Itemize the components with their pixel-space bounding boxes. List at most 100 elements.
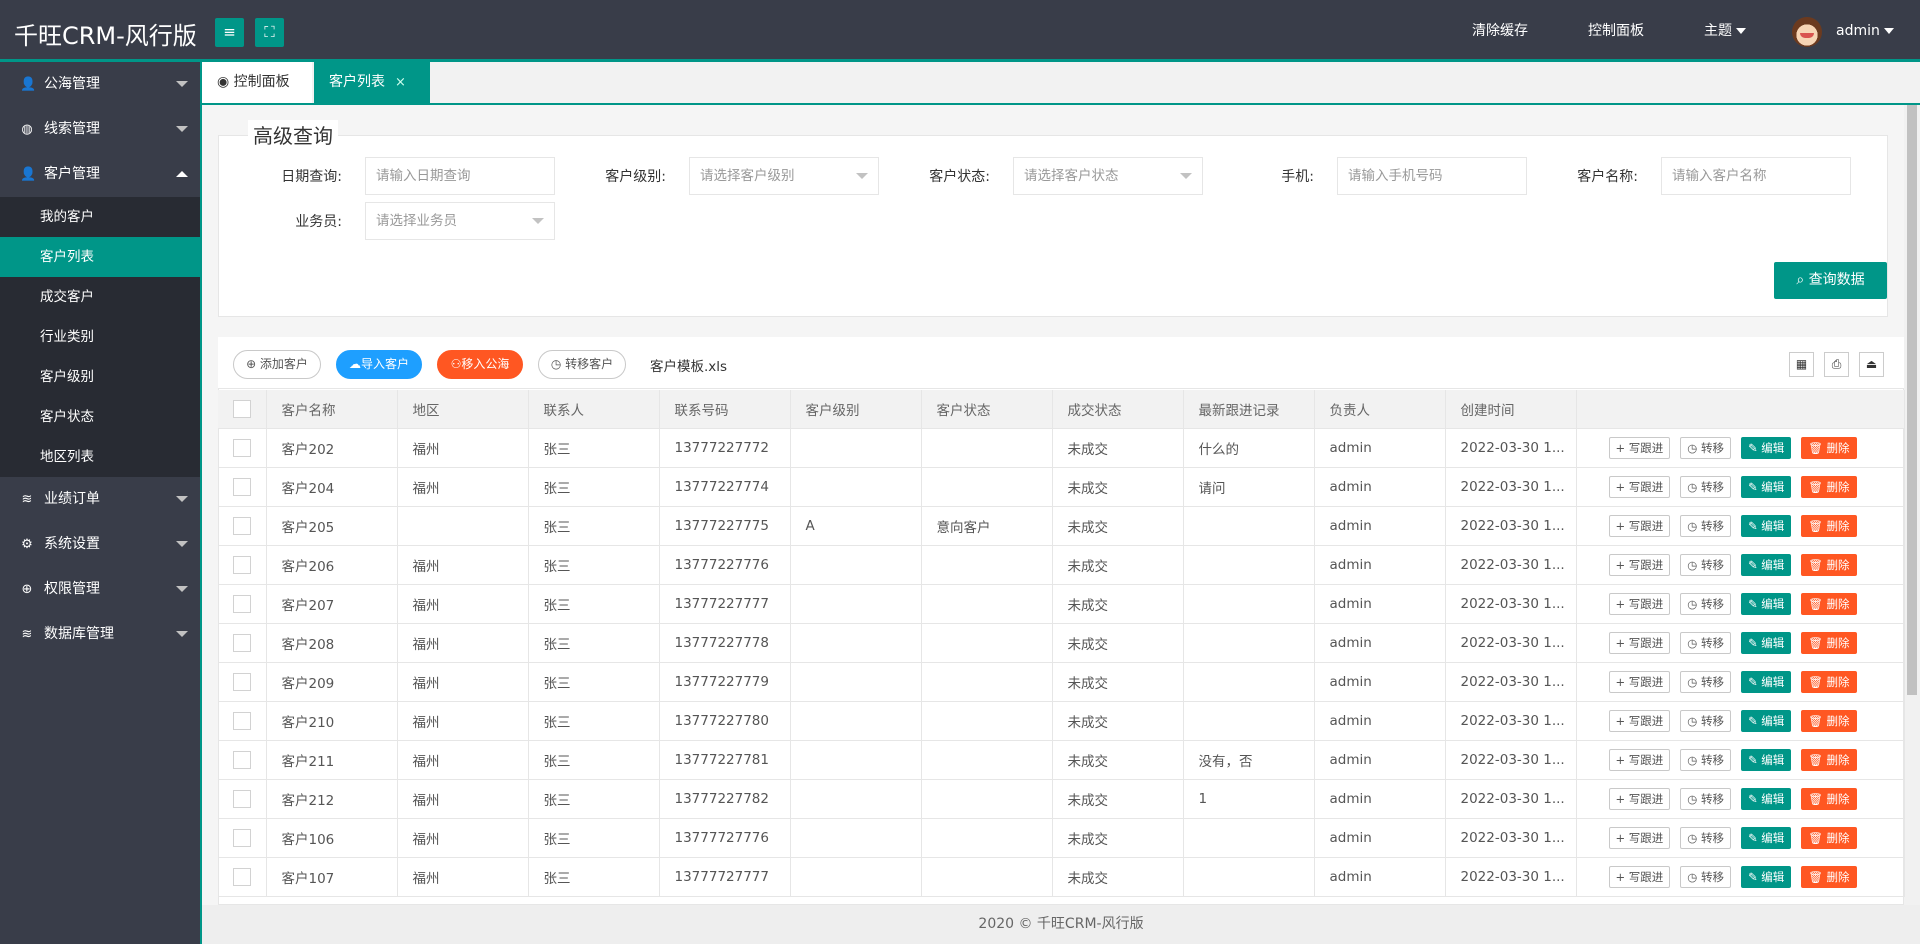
transfer-button[interactable]: ◷ 转移 (1680, 709, 1731, 732)
row-checkbox[interactable] (233, 828, 251, 847)
tab-dashboard[interactable]: ◉ 控制面板 (202, 62, 312, 103)
dashboard-link[interactable]: 控制面板 (1588, 0, 1644, 62)
write-follow-up-button[interactable]: + 写跟进 (1608, 748, 1671, 771)
row-checkbox[interactable] (233, 750, 251, 769)
delete-button[interactable]: 🗑 删除 (1801, 865, 1857, 888)
transfer-button[interactable]: ◷ 转移 (1680, 475, 1731, 498)
row-checkbox[interactable] (233, 672, 251, 691)
delete-button[interactable]: 🗑 删除 (1801, 670, 1857, 693)
delete-button[interactable]: 🗑 删除 (1801, 631, 1857, 654)
sidebar-item-customers[interactable]: 👤 客户管理 (0, 152, 200, 197)
delete-button[interactable]: 🗑 删除 (1801, 787, 1857, 810)
row-checkbox[interactable] (233, 477, 251, 496)
transfer-button[interactable]: ◷ 转移 (1680, 826, 1731, 849)
sidebar-subitem-level[interactable]: 客户级别 (0, 357, 200, 397)
sidebar-item-database[interactable]: ≋ 数据库管理 (0, 612, 200, 657)
sidebar-subitem-deal-customers[interactable]: 成交客户 (0, 277, 200, 317)
delete-button[interactable]: 🗑 删除 (1801, 592, 1857, 615)
add-customer-button[interactable]: ⊕ 添加客户 (233, 350, 321, 379)
transfer-button[interactable]: ◷ 转移 (1680, 748, 1731, 771)
phone-input[interactable]: 请输入手机号码 (1337, 157, 1527, 195)
write-follow-up-button[interactable]: + 写跟进 (1608, 553, 1671, 576)
write-follow-up-button[interactable]: + 写跟进 (1608, 670, 1671, 693)
sidebar-subitem-my-customers[interactable]: 我的客户 (0, 197, 200, 237)
column-header[interactable]: 创建时间 (1445, 390, 1577, 429)
edit-button[interactable]: ✎ 编辑 (1741, 865, 1792, 888)
write-follow-up-button[interactable]: + 写跟进 (1608, 592, 1671, 615)
transfer-button[interactable]: ◷ 转移 (1680, 436, 1731, 459)
sidebar-item-sea[interactable]: 👤 公海管理 (0, 62, 200, 107)
sidebar-subitem-region[interactable]: 地区列表 (0, 437, 200, 477)
row-checkbox[interactable] (233, 438, 251, 457)
write-follow-up-button[interactable]: + 写跟进 (1608, 787, 1671, 810)
print-icon[interactable]: ⎙ (1824, 352, 1849, 377)
column-header[interactable]: 客户名称 (266, 390, 398, 429)
edit-button[interactable]: ✎ 编辑 (1741, 670, 1792, 693)
row-checkbox[interactable] (233, 789, 251, 808)
search-button[interactable]: ⌕ 查询数据 (1774, 262, 1887, 299)
column-header[interactable]: 地区 (397, 390, 529, 429)
delete-button[interactable]: 🗑 删除 (1801, 709, 1857, 732)
transfer-customer-button[interactable]: ◷ 转移客户 (538, 350, 626, 379)
edit-button[interactable]: ✎ 编辑 (1741, 748, 1792, 771)
edit-button[interactable]: ✎ 编辑 (1741, 475, 1792, 498)
write-follow-up-button[interactable]: + 写跟进 (1608, 709, 1671, 732)
write-follow-up-button[interactable]: + 写跟进 (1608, 826, 1671, 849)
fullscreen-icon[interactable]: ⛶ (255, 18, 284, 47)
close-icon[interactable]: × (395, 75, 406, 90)
column-header[interactable]: 联系号码 (659, 390, 791, 429)
row-checkbox[interactable] (233, 867, 251, 886)
avatar[interactable] (1792, 17, 1822, 47)
delete-button[interactable]: 🗑 删除 (1801, 475, 1857, 498)
delete-button[interactable]: 🗑 删除 (1801, 748, 1857, 771)
column-header[interactable]: 客户状态 (921, 390, 1053, 429)
sidebar-item-orders[interactable]: ≋ 业绩订单 (0, 477, 200, 522)
export-icon[interactable]: ⏏ (1859, 352, 1884, 377)
edit-button[interactable]: ✎ 编辑 (1741, 826, 1792, 849)
status-select[interactable]: 请选择客户状态 (1013, 157, 1203, 195)
delete-button[interactable]: 🗑 删除 (1801, 826, 1857, 849)
delete-button[interactable]: 🗑 删除 (1801, 514, 1857, 537)
row-checkbox[interactable] (233, 633, 251, 652)
columns-icon[interactable]: ▦ (1789, 352, 1814, 377)
transfer-button[interactable]: ◷ 转移 (1680, 670, 1731, 693)
level-select[interactable]: 请选择客户级别 (689, 157, 879, 195)
name-input[interactable]: 请输入客户名称 (1661, 157, 1851, 195)
row-checkbox[interactable] (233, 711, 251, 730)
scrollbar-thumb[interactable] (1907, 105, 1917, 695)
column-header[interactable]: 负责人 (1314, 390, 1446, 429)
column-header[interactable]: 客户级别 (790, 390, 922, 429)
delete-button[interactable]: 🗑 删除 (1801, 436, 1857, 459)
sidebar-subitem-status[interactable]: 客户状态 (0, 397, 200, 437)
transfer-button[interactable]: ◷ 转移 (1680, 592, 1731, 615)
transfer-button[interactable]: ◷ 转移 (1680, 787, 1731, 810)
row-checkbox[interactable] (233, 594, 251, 613)
sidebar-subitem-industry[interactable]: 行业类别 (0, 317, 200, 357)
sidebar-item-settings[interactable]: ⚙ 系统设置 (0, 522, 200, 567)
menu-toggle-icon[interactable]: ≡ (215, 18, 244, 47)
user-menu[interactable]: admin (1836, 0, 1894, 62)
transfer-button[interactable]: ◷ 转移 (1680, 514, 1731, 537)
select-all-checkbox[interactable] (233, 399, 251, 418)
edit-button[interactable]: ✎ 编辑 (1741, 553, 1792, 576)
column-header[interactable]: 最新跟进记录 (1183, 390, 1315, 429)
sidebar-subitem-customer-list[interactable]: 客户列表 (0, 237, 200, 277)
import-customer-button[interactable]: ☁导入客户 (336, 350, 422, 379)
edit-button[interactable]: ✎ 编辑 (1741, 436, 1792, 459)
edit-button[interactable]: ✎ 编辑 (1741, 787, 1792, 810)
sidebar-item-permissions[interactable]: ⊕ 权限管理 (0, 567, 200, 612)
theme-menu[interactable]: 主题 (1704, 0, 1746, 62)
edit-button[interactable]: ✎ 编辑 (1741, 709, 1792, 732)
clear-cache-link[interactable]: 清除缓存 (1472, 0, 1528, 62)
transfer-button[interactable]: ◷ 转移 (1680, 865, 1731, 888)
write-follow-up-button[interactable]: + 写跟进 (1608, 631, 1671, 654)
write-follow-up-button[interactable]: + 写跟进 (1608, 865, 1671, 888)
transfer-button[interactable]: ◷ 转移 (1680, 553, 1731, 576)
row-checkbox[interactable] (233, 516, 251, 535)
sidebar-item-leads[interactable]: ◍ 线索管理 (0, 107, 200, 152)
write-follow-up-button[interactable]: + 写跟进 (1608, 436, 1671, 459)
edit-button[interactable]: ✎ 编辑 (1741, 631, 1792, 654)
write-follow-up-button[interactable]: + 写跟进 (1608, 514, 1671, 537)
date-input[interactable]: 请输入日期查询 (365, 157, 555, 195)
staff-select[interactable]: 请选择业务员 (365, 202, 555, 240)
